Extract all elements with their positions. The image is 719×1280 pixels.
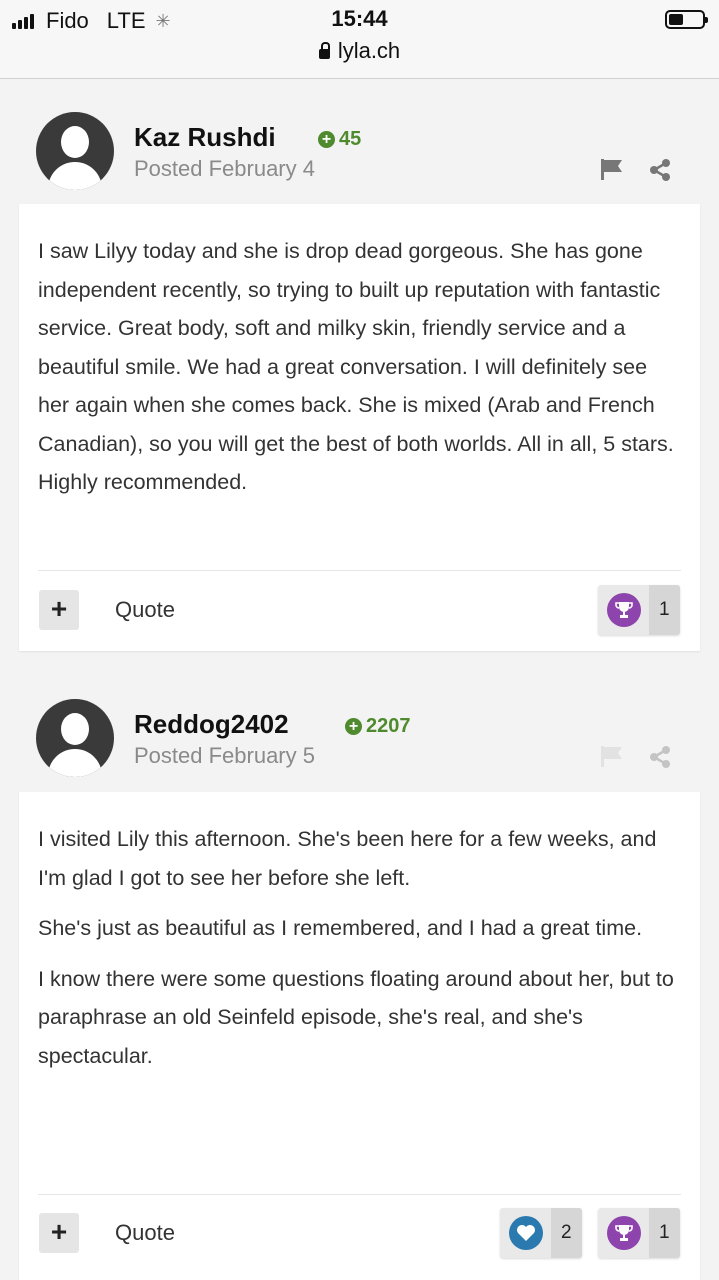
report-flag-icon[interactable] (600, 745, 624, 767)
post-paragraph: I visited Lily this afternoon. She's bee… (38, 827, 657, 890)
post-divider (38, 570, 681, 571)
reputation-count: 45 (339, 128, 362, 150)
reaction-count: 2 (551, 1208, 582, 1258)
post-card: I saw Lilyy today and she is drop dead g… (19, 204, 700, 651)
multiquote-button[interactable]: + (39, 1213, 79, 1253)
post-card: I visited Lily this afternoon. She's bee… (19, 792, 700, 1280)
post-author[interactable]: Reddog2402 (134, 709, 289, 740)
post-date: Posted February 5 (134, 743, 315, 768)
battery-icon (665, 10, 708, 29)
reputation-badge: + 2207 (345, 715, 411, 738)
plus-circle-icon: + (318, 131, 335, 148)
share-icon[interactable] (648, 158, 672, 182)
reaction-trophy[interactable]: 1 (598, 1208, 680, 1258)
trophy-icon (607, 593, 641, 627)
post-paragraph: I saw Lilyy today and she is drop dead g… (38, 239, 674, 494)
post-body: I saw Lilyy today and she is drop dead g… (38, 232, 678, 502)
post-body: I visited Lily this afternoon. She's bee… (38, 820, 678, 1075)
address-bar[interactable]: lyla.ch (0, 38, 719, 64)
reputation-badge: + 45 (318, 128, 361, 151)
post-divider (38, 1194, 681, 1195)
multiquote-button[interactable]: + (39, 590, 79, 630)
trophy-icon (607, 1216, 641, 1250)
reputation-count: 2207 (366, 715, 411, 737)
post-paragraph: I know there were some questions floatin… (38, 966, 674, 1068)
avatar[interactable] (36, 699, 114, 777)
browser-status-bar: Fido LTE ✳ 15:44 lyla.ch (0, 0, 719, 79)
lock-icon (318, 42, 330, 59)
post-header: Reddog2402 + 2207 Posted February 5 (0, 699, 719, 789)
post-author[interactable]: Kaz Rushdi (134, 122, 276, 153)
heart-icon (509, 1216, 543, 1250)
avatar[interactable] (36, 112, 114, 190)
reaction-count: 1 (649, 585, 680, 635)
report-flag-icon[interactable] (600, 158, 624, 180)
post-date: Posted February 4 (134, 156, 315, 181)
reaction-trophy[interactable]: 1 (598, 585, 680, 635)
url-text: lyla.ch (337, 38, 401, 63)
quote-button[interactable]: Quote (115, 597, 175, 623)
reaction-heart[interactable]: 2 (500, 1208, 582, 1258)
reaction-count: 1 (649, 1208, 680, 1258)
quote-button[interactable]: Quote (115, 1220, 175, 1246)
plus-circle-icon: + (345, 718, 362, 735)
share-icon[interactable] (648, 745, 672, 769)
post-header: Kaz Rushdi + 45 Posted February 4 (0, 112, 719, 202)
clock: 15:44 (331, 6, 388, 31)
post-paragraph: She's just as beautiful as I remembered,… (38, 916, 643, 940)
